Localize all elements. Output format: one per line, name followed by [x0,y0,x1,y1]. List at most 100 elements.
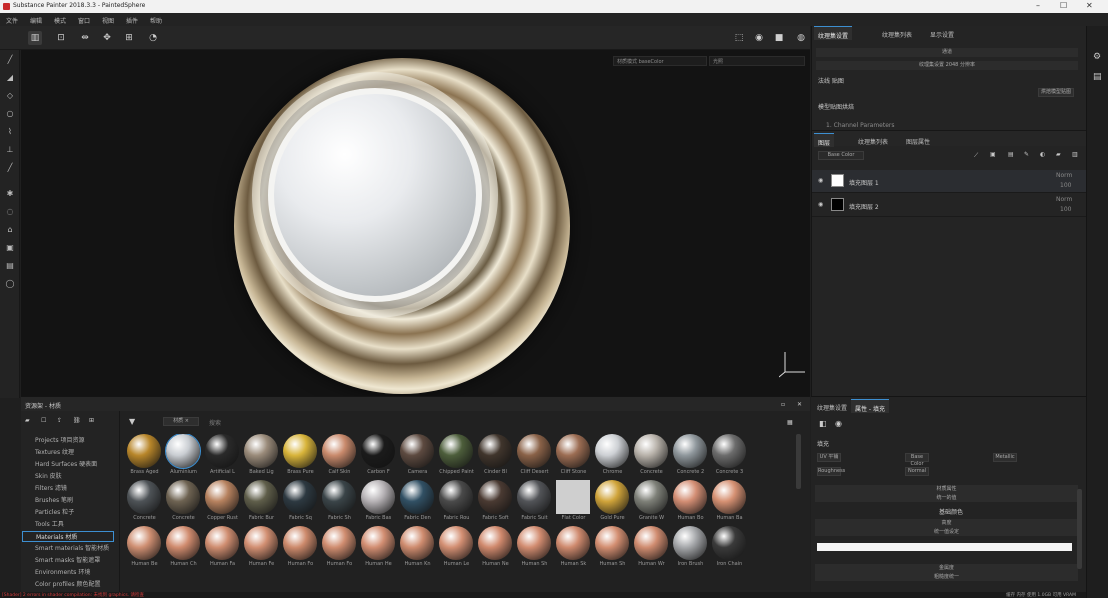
shelf-scrollbar[interactable] [796,434,801,489]
layout-single-view-icon[interactable]: ▥ [28,31,42,45]
material-thumbnail[interactable] [400,434,434,468]
channel-blend-select[interactable]: Base Color [818,151,864,160]
import-icon[interactable]: ⇪ [57,417,62,424]
add-mask-icon[interactable]: ▣ [990,151,996,158]
channel-select[interactable]: 材质模式 baseColor [613,56,707,66]
projection-icon[interactable]: ◇ [4,90,16,102]
new-folder-icon[interactable]: ☐ [41,417,46,424]
material-thumbnail[interactable] [439,434,473,468]
material-thumbnail[interactable] [439,526,473,560]
material-picker-icon[interactable]: ◌ [4,206,16,218]
shelf-category-item[interactable]: Projects 项目资源 [35,435,85,444]
normal-toggle[interactable]: Normal [905,467,929,476]
color-value-bar[interactable] [817,543,1072,551]
layer-opacity[interactable]: 100 [1060,182,1071,189]
layer-blend-mode[interactable]: Norm [1056,196,1072,203]
material-thumbnail[interactable] [556,434,590,468]
material-thumbnail[interactable] [322,434,356,468]
tab-layer-properties[interactable]: 图层属性 [902,133,934,147]
material-thumbnail[interactable] [127,434,161,468]
menu-window[interactable]: 窗口 [78,16,90,25]
shelf-close-icon[interactable]: ✕ [797,401,802,408]
image-icon[interactable]: ▣ [4,242,16,254]
material-properties-group[interactable]: 材质属性 统一的值 [815,485,1078,502]
layer-opacity[interactable]: 100 [1060,206,1071,213]
view-mode-select[interactable]: 光照 [709,56,805,66]
material-thumbnail[interactable] [361,434,395,468]
menu-mode[interactable]: 模式 [54,16,66,25]
delete-layer-icon[interactable]: ▥ [1072,151,1078,158]
tab-texture-set-settings-bottom[interactable]: 纹理集设置 [813,399,851,413]
material-thumbnail[interactable] [127,480,161,514]
material-thumbnail[interactable] [673,480,707,514]
material-thumbnail[interactable] [595,434,629,468]
material-thumbnail[interactable] [439,480,473,514]
material-thumbnail[interactable] [322,526,356,560]
document-icon[interactable]: ▤ [4,260,16,272]
settings-gear-icon[interactable]: ⚙ [1093,52,1101,62]
uv-tile-button[interactable]: UV 平铺 [817,453,841,462]
transform-icon[interactable]: ✥ [100,31,114,45]
material-thumbnail[interactable] [712,434,746,468]
material-thumbnail[interactable] [322,480,356,514]
color-picker-icon[interactable]: ╱ [4,162,16,174]
material-thumbnail[interactable] [634,526,668,560]
shelf-category-item[interactable]: Textures 纹理 [35,447,74,456]
material-thumbnail[interactable] [166,480,200,514]
visibility-eye-icon[interactable]: ◉ [818,201,823,208]
metallic-toggle[interactable]: Metallic [993,453,1017,462]
bake-maps-button[interactable]: 烘焙模型贴图 [1038,88,1074,97]
uv-icon[interactable]: ⊞ [122,31,136,45]
shelf-category-item[interactable]: Smart masks 智能遮罩 [35,555,100,564]
shelf-category-item[interactable]: Environments 环境 [35,567,90,576]
menu-file[interactable]: 文件 [6,16,18,25]
close-button[interactable]: ✕ [1086,1,1093,10]
height-group[interactable]: 高度 统一值设定 [815,519,1078,536]
material-thumbnail[interactable] [595,480,629,514]
material-thumbnail[interactable] [283,480,317,514]
add-fill-layer-icon[interactable]: ▤ [1008,151,1014,158]
shelf-category-item[interactable]: Particles 粒子 [35,507,74,516]
roughness-toggle[interactable]: Roughness [817,467,845,476]
eraser-icon[interactable]: ◢ [4,72,16,84]
material-thumbnail[interactable] [205,434,239,468]
material-thumbnail[interactable] [478,480,512,514]
tab-texture-set-list[interactable]: 纹理集列表 [878,26,916,40]
maximize-button[interactable]: ☐ [1060,1,1067,10]
shelf-category-item[interactable]: Filters 滤镜 [35,483,67,492]
material-thumbnail[interactable] [478,434,512,468]
material-thumbnail[interactable] [595,526,629,560]
shelf-float-icon[interactable]: ▫ [781,401,785,408]
material-thumbnail[interactable] [634,480,668,514]
folder-icon[interactable]: ▰ [1056,151,1061,158]
tab-texture-set-settings[interactable]: 纹理集设置 [814,26,853,40]
expand-icon[interactable]: ⊞ [89,417,94,424]
layer-row[interactable]: ◉ 填充图层 2 Norm 100 [812,194,1086,217]
bake-icon[interactable]: ⌂ [4,224,16,236]
material-mode-icon[interactable]: ◧ [819,419,827,428]
menu-view[interactable]: 视图 [102,16,114,25]
search-tag-chip[interactable]: 材质 × [163,417,199,426]
visibility-eye-icon[interactable]: ◉ [818,177,823,184]
symmetry-icon[interactable]: ⇹ [78,31,92,45]
video-icon[interactable]: ■ [772,31,786,45]
tab-layers[interactable]: 图层 [814,133,835,147]
menu-help[interactable]: 帮助 [150,16,162,25]
circle-settings-icon[interactable]: ◯ [4,278,16,290]
shelf-category-item[interactable]: Color profiles 颜色配置 [35,579,101,588]
clone-icon[interactable]: ⊥ [4,144,16,156]
shelf-category-item[interactable]: Smart materials 智能材质 [35,543,109,552]
properties-scrollbar[interactable] [1077,489,1082,569]
minimize-button[interactable]: – [1036,1,1040,10]
tab-display-settings[interactable]: 显示设置 [926,26,958,40]
shelf-category-item[interactable]: Materials 材质 [22,531,114,542]
paint-brush-icon[interactable]: ╱ [4,54,16,66]
link-icon[interactable]: ⛓ [73,417,81,424]
channels-row[interactable]: 通道 [816,48,1078,57]
camera-frame-icon[interactable]: ⊡ [54,31,68,45]
material-thumbnail[interactable] [244,480,278,514]
material-sphere-preview[interactable] [234,58,570,394]
menu-plugins[interactable]: 插件 [126,16,138,25]
shelf-search-input[interactable]: 搜索 [209,418,221,427]
layer-blend-mode[interactable]: Norm [1056,172,1072,179]
